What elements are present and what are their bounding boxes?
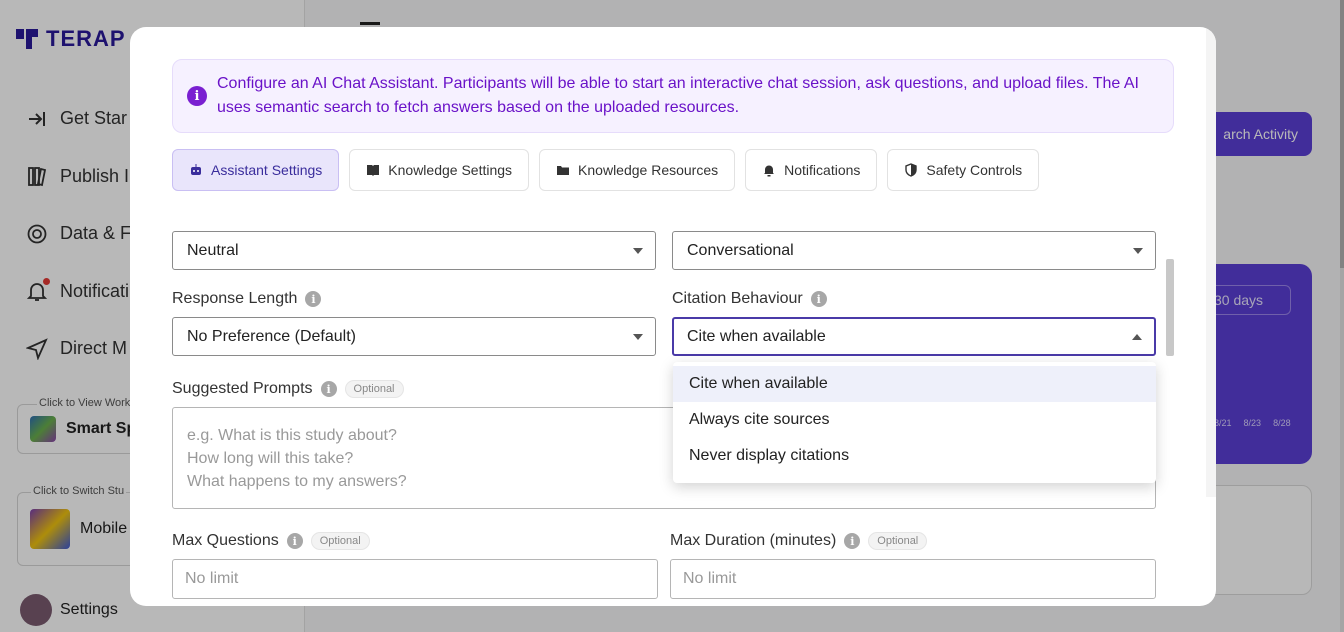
citation-behaviour-select[interactable]: Cite when available [672,317,1156,356]
citation-dropdown-menu: Cite when available Always cite sources … [673,362,1156,483]
optional-badge: Optional [344,380,404,398]
folder-icon [557,166,570,175]
max-questions-label: Max Questions i Optional [172,532,370,550]
chevron-down-icon [633,333,643,340]
tab-knowledge-resources[interactable]: Knowledge Resources [539,149,736,191]
tab-knowledge-settings[interactable]: Knowledge Settings [349,149,530,191]
info-banner: i Configure an AI Chat Assistant. Partic… [172,59,1174,133]
help-icon[interactable]: i [305,291,322,307]
help-icon[interactable]: i [286,533,303,549]
shield-icon [905,163,918,177]
style-select[interactable]: Conversational [672,231,1156,270]
tone-select[interactable]: Neutral [172,231,656,270]
ai-assistant-modal: i Configure an AI Chat Assistant. Partic… [130,27,1216,606]
tab-label: Knowledge Settings [388,162,513,178]
tab-assistant-settings[interactable]: Assistant Settings [172,149,340,191]
tab-label: Assistant Settings [211,162,323,178]
label-text: Response Length [172,290,298,307]
max-questions-input[interactable]: No limit [172,559,658,599]
optional-badge: Optional [868,532,928,550]
suggested-prompts-label: Suggested Prompts i Optional [172,380,404,398]
tone-select-value: Neutral [187,241,239,259]
tab-label: Knowledge Resources [578,162,719,178]
robot-icon [191,164,201,175]
modal-scrollbar-track[interactable] [1206,27,1216,497]
help-icon[interactable]: i [320,381,337,397]
chevron-down-icon [633,247,643,254]
optional-badge: Optional [310,532,370,550]
response-length-select[interactable]: No Preference (Default) [172,317,656,356]
info-icon: i [187,86,207,106]
max-duration-placeholder: No limit [683,570,737,587]
tab-label: Notifications [784,162,861,178]
settings-tabs: Assistant Settings Knowledge Settings Kn… [172,149,1040,191]
label-text: Suggested Prompts [172,380,313,397]
dropdown-option-cite-when-available[interactable]: Cite when available [673,366,1156,402]
info-text: Configure an AI Chat Assistant. Particip… [217,75,1139,116]
tab-notifications[interactable]: Notifications [745,149,878,191]
label-text: Citation Behaviour [672,290,803,307]
response-length-label: Response Length i [172,290,322,308]
chevron-up-icon [1132,333,1142,340]
modal-scrollbar-thumb[interactable] [1166,259,1174,356]
citation-behaviour-value: Cite when available [687,327,826,345]
help-icon[interactable]: i [844,533,861,549]
style-select-value: Conversational [687,241,794,259]
dropdown-option-never-display[interactable]: Never display citations [673,438,1156,474]
dropdown-option-always-cite[interactable]: Always cite sources [673,402,1156,438]
max-duration-label: Max Duration (minutes) i Optional [670,532,928,550]
label-text: Max Questions [172,532,279,549]
max-questions-placeholder: No limit [185,570,239,587]
chevron-down-icon [1133,247,1143,254]
max-duration-input[interactable]: No limit [670,559,1156,599]
citation-behaviour-label: Citation Behaviour i [672,290,827,308]
bell-icon [764,165,775,177]
tab-label: Safety Controls [926,162,1023,178]
help-icon[interactable]: i [810,291,827,307]
response-length-value: No Preference (Default) [187,327,356,345]
label-text: Max Duration (minutes) [670,532,837,549]
book-icon [367,165,380,176]
tab-safety-controls[interactable]: Safety Controls [887,149,1040,191]
